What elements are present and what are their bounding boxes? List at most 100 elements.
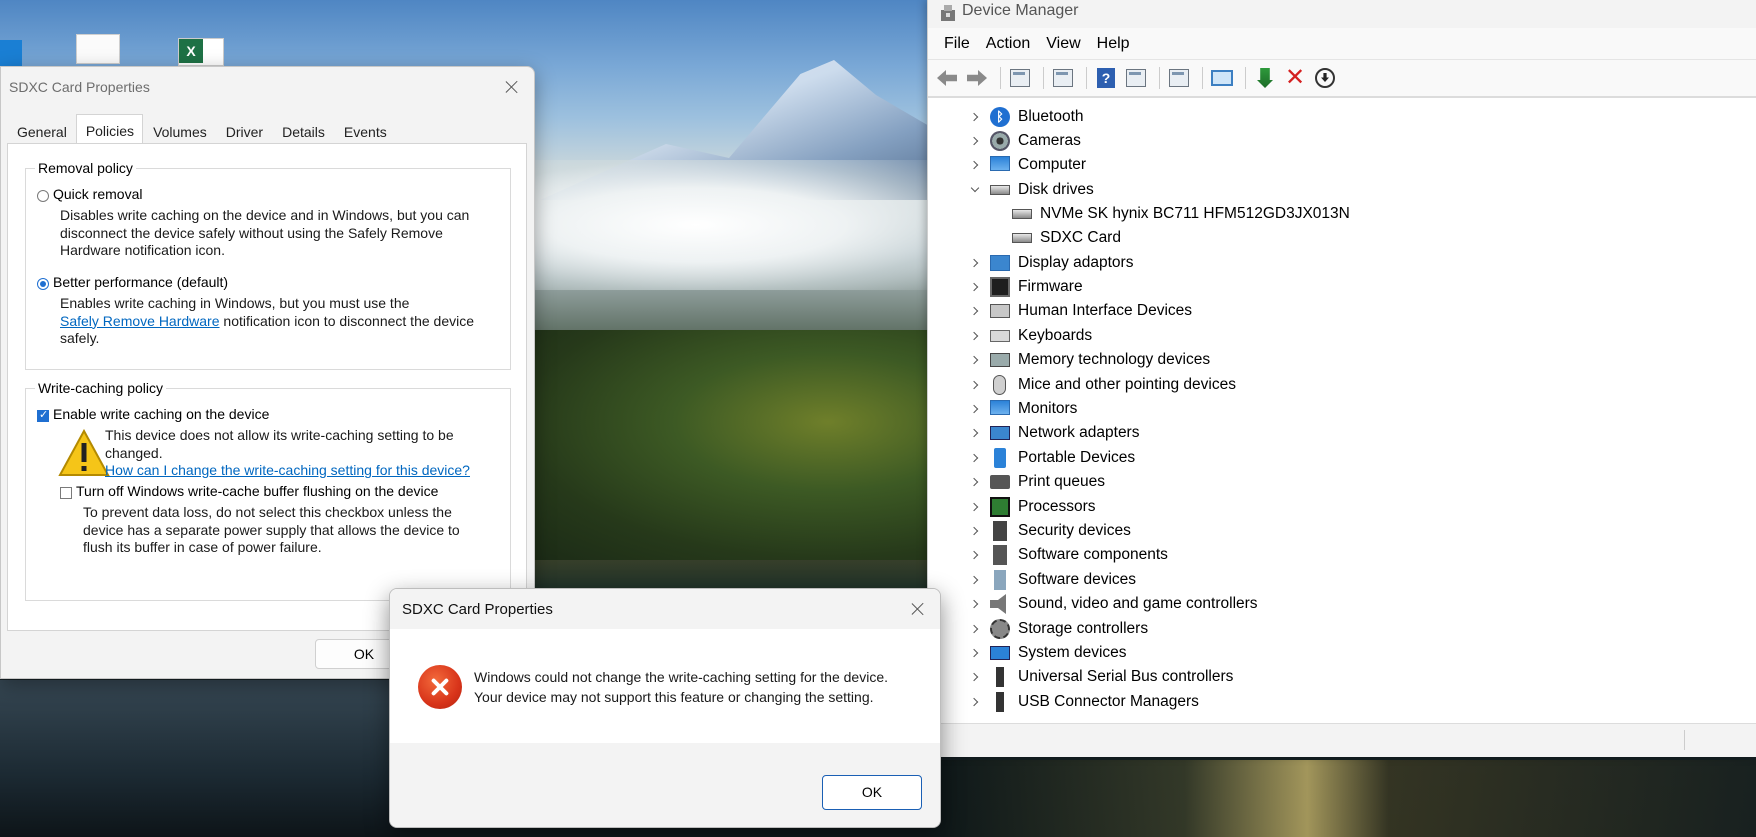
tree-item-disk-drives[interactable]: Disk drives [968,179,1094,201]
tree-item-system-devices[interactable]: System devices [968,642,1127,664]
chevron-right-icon[interactable] [968,548,982,562]
tree-item-storage-controllers[interactable]: Storage controllers [968,618,1148,640]
error-dialog-titlebar[interactable]: SDXC Card Properties [390,589,940,629]
chevron-right-icon[interactable] [968,256,982,270]
write-caching-warning-text: This device does not allow its write-cac… [105,427,454,461]
tab-details[interactable]: Details [272,117,334,143]
tree-item-sound-video[interactable]: Sound, video and game controllers [968,593,1258,615]
tree-item-memory-technology[interactable]: Memory technology devices [968,349,1210,371]
toolbar-separator [1000,67,1001,89]
properties-titlebar[interactable]: SDXC Card Properties [1,67,534,107]
tree-item-network-adapters[interactable]: Network adapters [968,422,1139,444]
tree-item-mice[interactable]: Mice and other pointing devices [968,374,1236,396]
tree-item-label: Monitors [1018,400,1078,417]
tab-volumes[interactable]: Volumes [143,117,216,143]
action-pane-icon[interactable] [1123,65,1149,91]
tree-item-display-adaptors[interactable]: Display adaptors [968,252,1133,274]
chevron-right-icon[interactable] [968,524,982,538]
tree-item-software-devices[interactable]: Software devices [968,569,1136,591]
desktop-document-icon[interactable] [76,34,120,64]
chevron-right-icon[interactable] [968,110,982,124]
flush-buffer-checkbox[interactable] [60,487,72,499]
tab-general[interactable]: General [7,117,76,143]
quick-removal-radio[interactable] [37,190,49,202]
enable-write-caching-label[interactable]: Enable write caching on the device [53,406,269,422]
enable-write-caching-checkbox[interactable] [37,408,49,422]
drive-icon [1012,209,1032,219]
chevron-right-icon[interactable] [968,329,982,343]
chevron-right-icon[interactable] [968,622,982,636]
chevron-right-icon[interactable] [968,451,982,465]
menu-action[interactable]: Action [978,29,1038,59]
add-driver-icon[interactable] [1252,65,1278,91]
forward-arrow-icon[interactable] [964,65,990,91]
safely-remove-hardware-link[interactable]: Safely Remove Hardware [60,313,220,329]
tree-item-hid[interactable]: Human Interface Devices [968,300,1192,322]
chevron-right-icon[interactable] [968,426,982,440]
tab-events[interactable]: Events [334,117,396,143]
better-performance-label[interactable]: Better performance (default) [53,274,228,290]
toolbar-separator [1086,67,1087,89]
chevron-right-icon[interactable] [968,646,982,660]
tree-item-label: Bluetooth [1018,108,1084,125]
device-tree: ᛒ Bluetooth Cameras Computer Disk drives… [928,102,1756,722]
chevron-right-icon[interactable] [968,573,982,587]
bluetooth-icon: ᛒ [990,107,1010,127]
chevron-right-icon[interactable] [968,695,982,709]
tree-item-software-components[interactable]: Software components [968,544,1168,566]
tree-item-label: Print queues [1018,473,1106,490]
tree-item-label: Software components [1018,546,1168,563]
desktop-excel-icon[interactable] [178,38,224,66]
tree-item-usb-connector-managers[interactable]: USB Connector Managers [968,691,1199,713]
close-icon[interactable] [910,601,926,617]
tree-item-bluetooth[interactable]: ᛒ Bluetooth [968,106,1084,128]
menu-view[interactable]: View [1038,29,1088,59]
chevron-right-icon[interactable] [968,597,982,611]
chevron-right-icon[interactable] [968,500,982,514]
tree-item-computer[interactable]: Computer [968,154,1086,176]
tab-driver[interactable]: Driver [216,117,272,143]
tree-item-portable-devices[interactable]: Portable Devices [968,447,1135,469]
show-hide-console-tree-icon[interactable] [1007,65,1033,91]
close-icon[interactable] [504,79,520,95]
help-icon[interactable]: ? [1093,65,1119,91]
menu-help[interactable]: Help [1089,29,1138,59]
tree-item-sdxc-card[interactable]: SDXC Card [1012,227,1121,249]
tree-item-nvme-drive[interactable]: NVMe SK hynix BC711 HFM512GD3JX013N [1012,203,1350,225]
flush-buffer-label[interactable]: Turn off Windows write-cache buffer flus… [76,483,438,499]
tree-item-cameras[interactable]: Cameras [968,130,1081,152]
uninstall-device-icon[interactable]: ✕ [1282,65,1308,91]
tree-item-print-queues[interactable]: Print queues [968,471,1105,493]
better-performance-radio[interactable] [37,278,49,290]
better-performance-description: Enables write caching in Windows, but yo… [60,295,490,348]
chevron-right-icon[interactable] [968,670,982,684]
tree-item-firmware[interactable]: Firmware [968,276,1083,298]
chevron-right-icon[interactable] [968,402,982,416]
tree-item-keyboards[interactable]: Keyboards [968,325,1092,347]
chevron-right-icon[interactable] [968,475,982,489]
menu-file[interactable]: File [936,29,978,59]
back-arrow-icon[interactable] [934,65,960,91]
update-driver-icon[interactable] [1166,65,1192,91]
chevron-right-icon[interactable] [968,280,982,294]
tree-item-monitors[interactable]: Monitors [968,398,1077,420]
tree-item-usb-controllers[interactable]: Universal Serial Bus controllers [968,666,1233,688]
tree-item-processors[interactable]: Processors [968,496,1096,518]
chevron-right-icon[interactable] [968,158,982,172]
tree-item-security-devices[interactable]: Security devices [968,520,1131,542]
device-manager-titlebar[interactable]: Device Manager [928,0,1756,28]
chevron-right-icon[interactable] [968,304,982,318]
chevron-down-icon[interactable] [968,183,982,197]
desktop-shortcut-icon[interactable] [0,40,22,68]
quick-removal-label[interactable]: Quick removal [53,186,142,202]
tab-policies[interactable]: Policies [75,114,144,143]
write-caching-help-link[interactable]: How can I change the write-caching setti… [105,462,505,480]
chevron-right-icon[interactable] [968,353,982,367]
disable-device-icon[interactable] [1312,65,1338,91]
scan-hardware-icon[interactable] [1209,65,1235,91]
error-ok-button[interactable]: OK [822,775,922,810]
properties-icon[interactable] [1050,65,1076,91]
chevron-right-icon[interactable] [968,378,982,392]
chevron-right-icon[interactable] [968,134,982,148]
window-title: SDXC Card Properties [9,79,150,95]
